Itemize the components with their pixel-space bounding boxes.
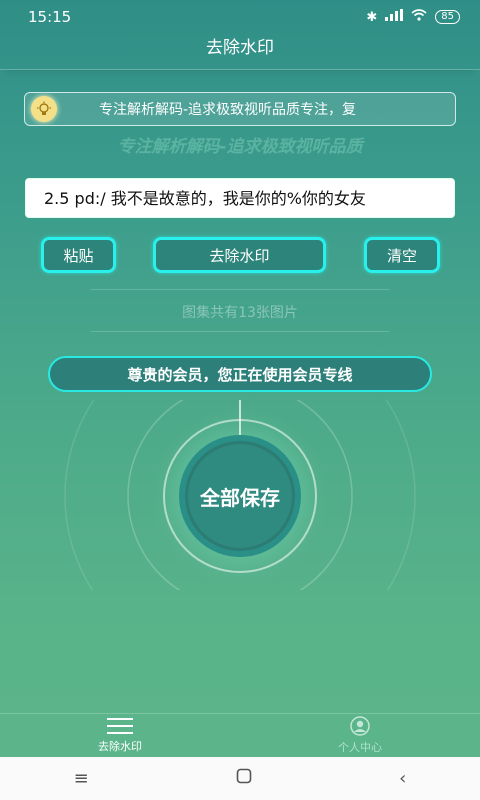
signal-icon [385, 9, 404, 25]
status-bar: 15:15 ✱ 85 [0, 0, 480, 34]
notice-text: 专注解析解码-追求极致视听品质专注，复 [99, 102, 357, 118]
bottom-tabbar: 去除水印 个人中心 [0, 713, 480, 757]
status-icons: ✱ 85 [366, 9, 460, 25]
recents-icon[interactable]: ≡ [74, 768, 89, 789]
image-count-text: 图集共有13张图片 [182, 305, 298, 321]
paste-button[interactable]: 粘贴 [41, 237, 116, 273]
notice-marquee: 专注解析解码-追求极致视听品质专注，复 [24, 92, 456, 126]
tab-profile[interactable]: 个人中心 [240, 714, 480, 757]
save-all-button[interactable]: 全部保存 [170, 443, 310, 549]
menu-icon [107, 717, 133, 738]
slogan-text: 专注解析解码-追求极致视听品质 [117, 137, 363, 157]
home-icon[interactable] [236, 768, 252, 789]
tab-remove-watermark[interactable]: 去除水印 [0, 714, 240, 757]
lightbulb-icon [31, 96, 57, 122]
tab-label: 个人中心 [338, 741, 382, 754]
divider [90, 289, 390, 290]
remove-watermark-button[interactable]: 去除水印 [153, 237, 326, 273]
divider [90, 331, 390, 332]
clear-button[interactable]: 清空 [364, 237, 440, 273]
member-banner: 尊贵的会员，您正在使用会员专线 [48, 356, 432, 392]
system-navbar: ≡ ‹ [0, 757, 480, 800]
back-icon[interactable]: ‹ [399, 768, 406, 789]
status-time: 15:15 [28, 8, 72, 26]
tab-label: 去除水印 [98, 740, 142, 753]
bluetooth-icon: ✱ [366, 9, 378, 25]
battery-icon: 85 [435, 10, 460, 24]
share-link-input[interactable]: 2.5 pd:/ 我不是故意的，我是你的%你的女友 [25, 178, 455, 218]
user-icon [349, 716, 371, 739]
page-title: 去除水印 [0, 34, 480, 70]
wifi-icon [411, 9, 427, 25]
